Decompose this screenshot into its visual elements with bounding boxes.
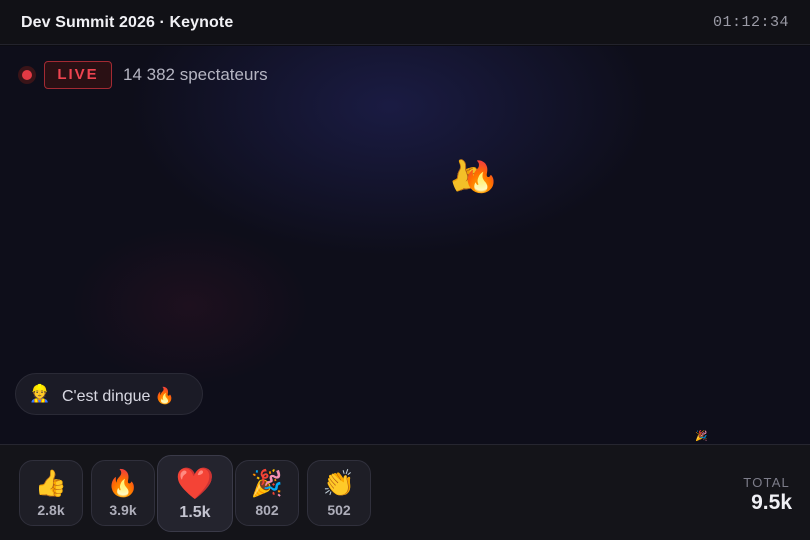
reaction-heart-button[interactable]: ❤️ 1.5k <box>157 455 233 532</box>
chat-avatar-icon: 👷 <box>29 384 51 403</box>
live-stream-app: Dev Summit 2026 · Keynote 01:12:34 LIVE … <box>0 0 810 540</box>
recording-dot-icon <box>18 66 36 84</box>
reaction-count: 802 <box>255 502 279 518</box>
reaction-party-button[interactable]: 🎉 802 <box>235 460 299 526</box>
reaction-fire-button[interactable]: 🔥 3.9k <box>91 460 155 526</box>
reaction-bar: 👍 2.8k 🔥 3.9k ❤️ 1.5k 🎉 802 👏 502 TOTAL … <box>0 444 810 540</box>
reaction-count: 2.8k <box>37 502 65 518</box>
chat-message: 👷 C'est dingue 🔥 <box>15 373 203 415</box>
heart-icon: ❤️ <box>175 466 215 501</box>
reaction-count: 1.5k <box>179 504 211 521</box>
viewer-count: 14 382 spectateurs <box>123 65 268 84</box>
total-reaction-count: 9.5k <box>751 491 792 514</box>
clapping-hands-icon: 👏 <box>322 468 356 498</box>
fire-icon: 🔥 <box>106 468 140 498</box>
reaction-count: 3.9k <box>109 502 137 518</box>
live-badge: LIVE <box>44 61 112 89</box>
top-bar: Dev Summit 2026 · Keynote 01:12:34 <box>0 0 810 45</box>
total-label: TOTAL <box>743 475 790 490</box>
floating-party-popper-icon: 🎉 <box>695 431 708 442</box>
floating-fire-icon: 🔥 <box>462 160 500 195</box>
reaction-thumbs-up-button[interactable]: 👍 2.8k <box>19 460 83 526</box>
reaction-count: 502 <box>327 502 351 518</box>
stream-timer: 01:12:34 <box>712 14 789 31</box>
stream-title: Dev Summit 2026 · Keynote <box>21 14 234 31</box>
thumbs-up-icon: 👍 <box>34 468 68 498</box>
chat-message-text: C'est dingue 🔥 <box>62 388 175 405</box>
party-popper-icon: 🎉 <box>250 468 284 498</box>
reaction-clap-button[interactable]: 👏 502 <box>307 460 371 526</box>
video-stage: LIVE 14 382 spectateurs 👍 🔥 🎉 👷 C'est di… <box>0 46 810 444</box>
